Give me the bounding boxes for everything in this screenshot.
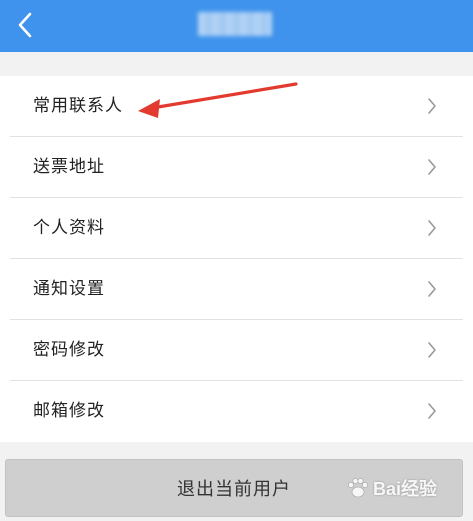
chevron-right-icon [428, 281, 436, 297]
menu-item-label: 通知设置 [33, 279, 105, 299]
menu-item-label: 邮箱修改 [33, 401, 105, 421]
blurred-page-title [198, 12, 272, 36]
menu-item-frequent-contacts[interactable]: 常用联系人 [0, 76, 473, 137]
menu-item-label: 个人资料 [33, 218, 105, 238]
logout-button[interactable]: 退出当前用户 [5, 459, 463, 517]
menu-item-label: 送票地址 [33, 157, 105, 177]
menu-item-notification-settings[interactable]: 通知设置 [0, 259, 473, 320]
chevron-right-icon [428, 403, 436, 419]
chevron-left-icon [18, 12, 32, 38]
logout-button-label: 退出当前用户 [177, 479, 291, 500]
menu-item-label: 密码修改 [33, 340, 105, 360]
menu-item-personal-info[interactable]: 个人资料 [0, 198, 473, 259]
back-button[interactable] [8, 8, 42, 42]
app-screen: 常用联系人 送票地址 个人资料 通知设置 密码修改 邮箱修改 退出当前用户 Ba… [0, 0, 473, 521]
menu-item-delivery-address[interactable]: 送票地址 [0, 137, 473, 198]
menu-item-label: 常用联系人 [33, 96, 123, 116]
settings-menu-list: 常用联系人 送票地址 个人资料 通知设置 密码修改 邮箱修改 [0, 76, 473, 442]
menu-item-change-password[interactable]: 密码修改 [0, 320, 473, 381]
chevron-right-icon [428, 342, 436, 358]
top-navigation-bar [0, 0, 473, 52]
chevron-right-icon [428, 159, 436, 175]
chevron-right-icon [428, 220, 436, 236]
chevron-right-icon [428, 98, 436, 114]
menu-item-change-email[interactable]: 邮箱修改 [0, 381, 473, 442]
